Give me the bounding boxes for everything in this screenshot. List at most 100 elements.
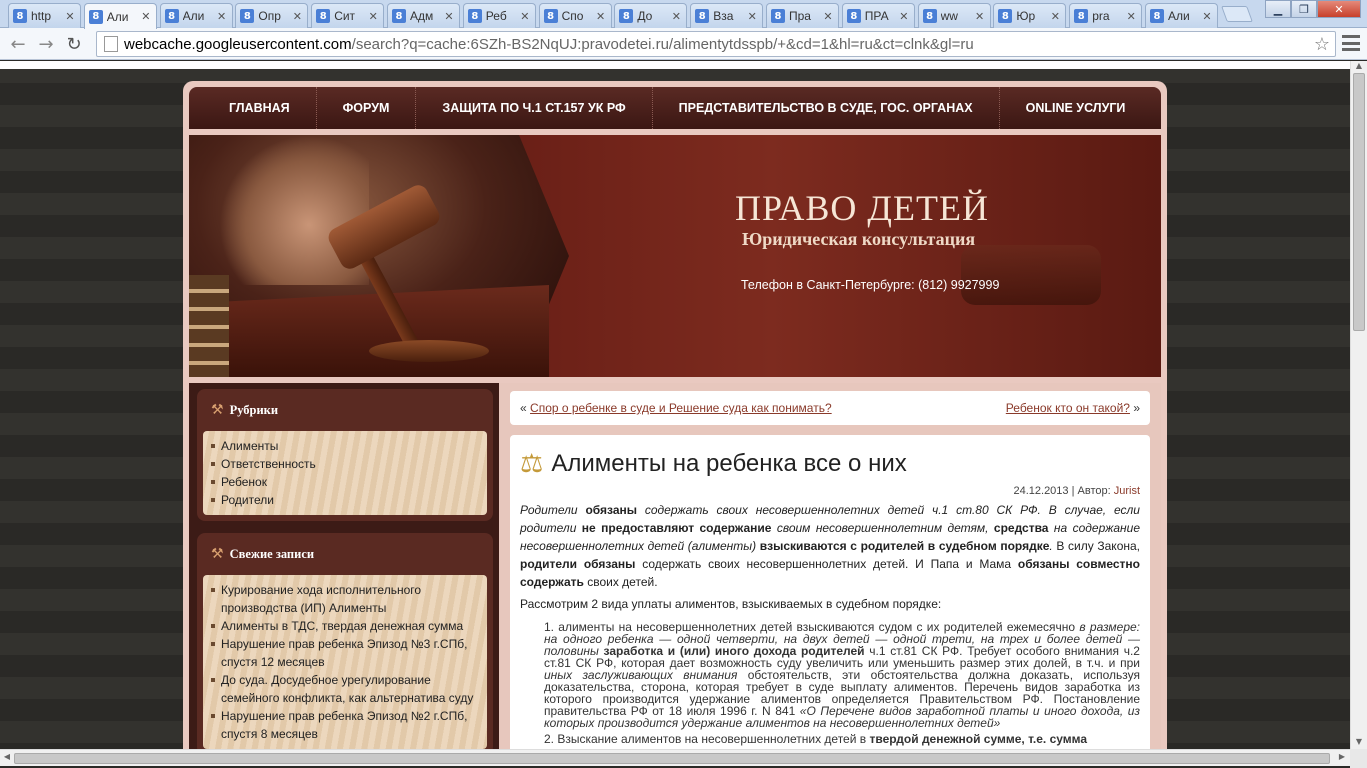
reload-icon[interactable]: ↻ <box>62 32 86 56</box>
close-tab-icon[interactable]: ✕ <box>1049 10 1061 23</box>
post-meta: 24.12.2013 | Автор: Jurist <box>520 485 1140 497</box>
close-tab-icon[interactable]: ✕ <box>64 10 76 23</box>
site-title[interactable]: ПРАВО ДЕТЕЙ <box>735 187 989 229</box>
bookmark-star-icon[interactable]: ☆ <box>1309 34 1335 55</box>
google-favicon-icon: 8 <box>240 9 255 23</box>
item-number: 2. <box>544 732 555 746</box>
tab-label: Реб <box>485 9 507 23</box>
close-tab-icon[interactable]: ✕ <box>216 10 228 23</box>
nav-item[interactable]: ПРЕДСТАВИТЕЛЬСТВО В СУДЕ, ГОС. ОРГАНАХ <box>653 87 1000 129</box>
browser-tab[interactable]: 8 Юр ✕ <box>993 3 1067 28</box>
browser-tab[interactable]: 8 Опр ✕ <box>235 3 309 28</box>
post-navigation: « Спор о ребенке в суде и Решение суда к… <box>510 391 1150 425</box>
browser-tab[interactable]: 8 Реб ✕ <box>462 3 536 28</box>
url-host: webcache.googleusercontent.com <box>124 35 352 53</box>
sidebar-link[interactable]: Алименты <box>211 437 479 455</box>
intro-bold: средства <box>993 521 1049 535</box>
browser-tab[interactable]: 8 Али ✕ <box>159 3 233 28</box>
close-tab-icon[interactable]: ✕ <box>443 10 455 23</box>
browser-tab[interactable]: 8 Али ✕ <box>83 3 157 29</box>
site-container: ГЛАВНАЯ ФОРУМ ЗАЩИТА ПО Ч.1 СТ.157 УК РФ ПР… <box>183 81 1167 749</box>
chrome-menu-icon[interactable] <box>1342 35 1360 51</box>
browser-tab[interactable]: 8 Пра ✕ <box>766 3 839 28</box>
google-favicon-icon: 8 <box>13 9 27 23</box>
close-tab-icon[interactable]: ✕ <box>670 10 682 23</box>
sidebar-link[interactable]: Ребенок <box>211 473 479 491</box>
scroll-down-icon[interactable]: ▼ <box>1351 737 1367 749</box>
nav-item[interactable]: ФОРУМ <box>317 87 417 129</box>
google-favicon-icon: 8 <box>619 9 634 23</box>
scroll-up-icon[interactable]: ▲ <box>1351 61 1367 73</box>
close-tab-icon[interactable]: ✕ <box>1125 10 1137 23</box>
minimize-icon[interactable]: ▁ <box>1265 0 1291 18</box>
scales-icon: ⚖ <box>520 449 544 479</box>
close-tab-icon[interactable]: ✕ <box>822 10 834 23</box>
browser-tab[interactable]: 8 Спо ✕ <box>538 3 612 28</box>
maximize-icon[interactable]: ❐ <box>1291 0 1317 18</box>
scroll-left-icon[interactable]: ◀ <box>1 752 13 761</box>
post-intro: Родители обязаны содержать своих несовер… <box>520 501 1140 591</box>
phone-number: Телефон в Санкт-Петербурге: (812) 992799… <box>741 278 1000 292</box>
close-tab-icon[interactable]: ✕ <box>291 10 303 23</box>
google-favicon-icon: 8 <box>771 9 785 23</box>
prev-post: « Спор о ребенке в суде и Решение суда к… <box>520 401 832 415</box>
item-bold: твердой денежной сумме, т.е. сумма <box>869 732 1088 746</box>
prev-post-link[interactable]: Спор о ребенке в суде и Решение суда как… <box>530 401 832 415</box>
author-prefix: | Автор: <box>1068 485 1114 497</box>
new-tab-button[interactable] <box>1221 6 1253 22</box>
tab-label: pra <box>1092 9 1110 23</box>
tab-label: Юр <box>1016 9 1036 23</box>
browser-tab[interactable]: 8 Али ✕ <box>1145 3 1218 28</box>
url-text[interactable]: webcache.googleusercontent.com/search?q=… <box>124 36 1309 53</box>
close-tab-icon[interactable]: ✕ <box>367 10 379 23</box>
vertical-scroll-thumb[interactable] <box>1353 73 1365 331</box>
scroll-right-icon[interactable]: ▶ <box>1336 752 1348 761</box>
sidebar-link[interactable]: Нарушение прав ребенка Эпизод №2 г.СПб, … <box>211 707 479 743</box>
tab-label: Адм <box>410 9 434 23</box>
browser-tab[interactable]: 8 http ✕ <box>8 3 81 28</box>
nav-item[interactable]: ONLINE УСЛУГИ <box>1000 87 1152 129</box>
sidebar-link[interactable]: Ответственность <box>211 455 479 473</box>
author-link[interactable]: Jurist <box>1114 485 1140 497</box>
sidebar-link[interactable]: Нарушение прав ребенка Эпизод №3 г.СПб, … <box>211 635 479 671</box>
browser-tab[interactable]: 8 До ✕ <box>614 3 688 28</box>
page-icon <box>104 36 118 52</box>
main-column: « Спор о ребенке в суде и Решение суда к… <box>510 391 1150 749</box>
sidebar-link[interactable]: Курирование хода исполнительного произво… <box>211 581 479 617</box>
nav-item[interactable]: ГЛАВНАЯ <box>203 87 317 129</box>
tab-label: http <box>31 9 52 23</box>
google-favicon-icon: 8 <box>1150 9 1164 23</box>
sidebar-link[interactable]: Родители <box>211 491 479 509</box>
tab-label: Спо <box>561 9 584 23</box>
sidebar-link[interactable]: До суда. Досудебное урегулирование семей… <box>211 671 479 707</box>
vertical-scrollbar[interactable]: ▲ ▼ <box>1350 61 1367 749</box>
browser-tab[interactable]: 8 Вза ✕ <box>690 3 764 28</box>
sidebar-link[interactable]: Алименты в ТДС, твердая денежная сумма <box>211 617 479 635</box>
scrollbar-corner <box>1350 749 1367 768</box>
recent-title-text: Свежие записи <box>229 546 315 561</box>
browser-tab[interactable]: 8 pra ✕ <box>1069 3 1143 28</box>
nav-item[interactable]: ЗАЩИТА ПО Ч.1 СТ.157 УК РФ <box>416 87 653 129</box>
google-favicon-icon: 8 <box>164 9 179 23</box>
browser-tab[interactable]: 8 ПРА ✕ <box>841 3 915 28</box>
close-tab-icon[interactable]: ✕ <box>140 10 152 23</box>
next-post-link[interactable]: Ребенок кто он такой? <box>1006 401 1130 415</box>
close-tab-icon[interactable]: ✕ <box>746 10 758 23</box>
browser-tab[interactable]: 8 Адм ✕ <box>387 3 460 28</box>
close-tab-icon[interactable]: ✕ <box>595 10 607 23</box>
browser-tab[interactable]: 8 Сит ✕ <box>311 3 385 28</box>
tab-label: ПРА <box>864 9 889 23</box>
close-tab-icon[interactable]: ✕ <box>1201 10 1213 23</box>
tab-label: До <box>637 9 653 23</box>
browser-tab[interactable]: 8 ww ✕ <box>917 3 991 28</box>
back-arrow-icon[interactable]: ← <box>6 32 30 56</box>
horizontal-scroll-thumb[interactable] <box>14 753 1330 764</box>
post-title[interactable]: Алименты на ребенка все о них <box>551 450 906 478</box>
close-tab-icon[interactable]: ✕ <box>519 10 531 23</box>
close-window-icon[interactable]: ✕ <box>1317 0 1361 18</box>
horizontal-scrollbar[interactable]: ◀ ▶ <box>0 749 1350 766</box>
close-tab-icon[interactable]: ✕ <box>974 10 986 23</box>
address-bar[interactable]: webcache.googleusercontent.com/search?q=… <box>96 31 1336 57</box>
forward-arrow-icon[interactable]: → <box>34 32 58 56</box>
close-tab-icon[interactable]: ✕ <box>898 10 910 23</box>
